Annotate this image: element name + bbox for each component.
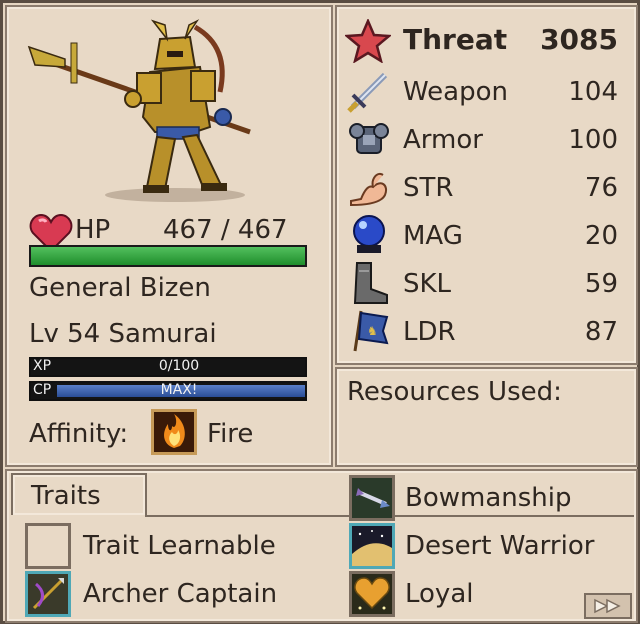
boot-icon [353,262,388,304]
affinity-value: Fire [207,419,254,449]
unit-level-class: Lv 54 Samurai [29,319,217,349]
tab-traits[interactable]: Traits [11,473,147,515]
stat-value-mag: 20 [584,221,618,251]
hp-bar-fill [31,247,305,265]
cp-value: MAX! [160,382,198,398]
fast-forward-icon [594,598,621,614]
arm-muscle-icon [350,173,387,207]
cp-bar: CP MAX! [29,381,307,401]
unit-status-screen: HP 467 / 467 General Bizen Lv 54 Samurai… [0,0,640,624]
armor-icon [349,123,389,154]
tab-traits-label: Traits [31,481,101,511]
stat-label-ldr: LDR [403,317,456,347]
hp-value: 467 / 467 [163,215,288,245]
resources-panel: Resources Used: [335,367,638,467]
unit-name: General Bizen [29,273,211,303]
stat-value-skl: 59 [584,269,618,299]
samurai-sprite [27,19,251,202]
cp-label: CP [33,382,52,398]
stat-label-mag: MAG [403,221,463,251]
trait-label-archer-captain: Archer Captain [83,579,278,609]
bow-icon[interactable] [349,475,395,521]
trait-label-desert-warrior: Desert Warrior [405,531,595,561]
stats-panel: Threat 3085 Weapon 104 Armor 100 STR 76 [335,5,638,365]
xp-bar: XP 0/100 [29,357,307,377]
xp-label: XP [33,358,52,374]
archer-icon[interactable] [25,571,71,617]
trait-label-loyal: Loyal [405,579,474,609]
trait-label-bowmanship: Bowmanship [405,483,572,513]
threat-label: Threat [403,23,508,56]
xp-value: 0/100 [158,358,200,374]
traits-panel: Traits Trait Learnable Archer Captain Bo [5,469,638,623]
stat-value-ldr: 87 [584,317,618,347]
fast-forward-button[interactable] [584,593,632,619]
sword-icon [347,72,388,113]
trait-label-learnable: Trait Learnable [83,531,276,561]
stat-label-str: STR [403,173,454,203]
threat-value: 3085 [540,23,618,56]
svg-text:♞: ♞ [367,324,378,338]
heart-icon[interactable] [349,571,395,617]
hp-bar [29,245,307,267]
stat-label-weapon: Weapon [403,77,509,107]
resources-label: Resources Used: [347,377,562,407]
stat-label-armor: Armor [403,125,483,155]
desert-icon[interactable] [349,523,395,569]
crystal-ball-icon [353,215,385,253]
stat-label-skl: SKL [403,269,452,299]
threat-star-icon [345,19,391,63]
stat-value-weapon: 104 [568,77,618,107]
affinity-label: Affinity: [29,419,129,449]
fire-icon[interactable] [151,409,197,455]
trait-slot-empty[interactable] [25,523,71,569]
stat-value-armor: 100 [568,125,618,155]
stat-value-str: 76 [584,173,618,203]
banner-icon: ♞ [353,310,389,352]
hp-label: HP [75,215,111,245]
unit-info-panel: HP 467 / 467 General Bizen Lv 54 Samurai… [5,5,333,467]
